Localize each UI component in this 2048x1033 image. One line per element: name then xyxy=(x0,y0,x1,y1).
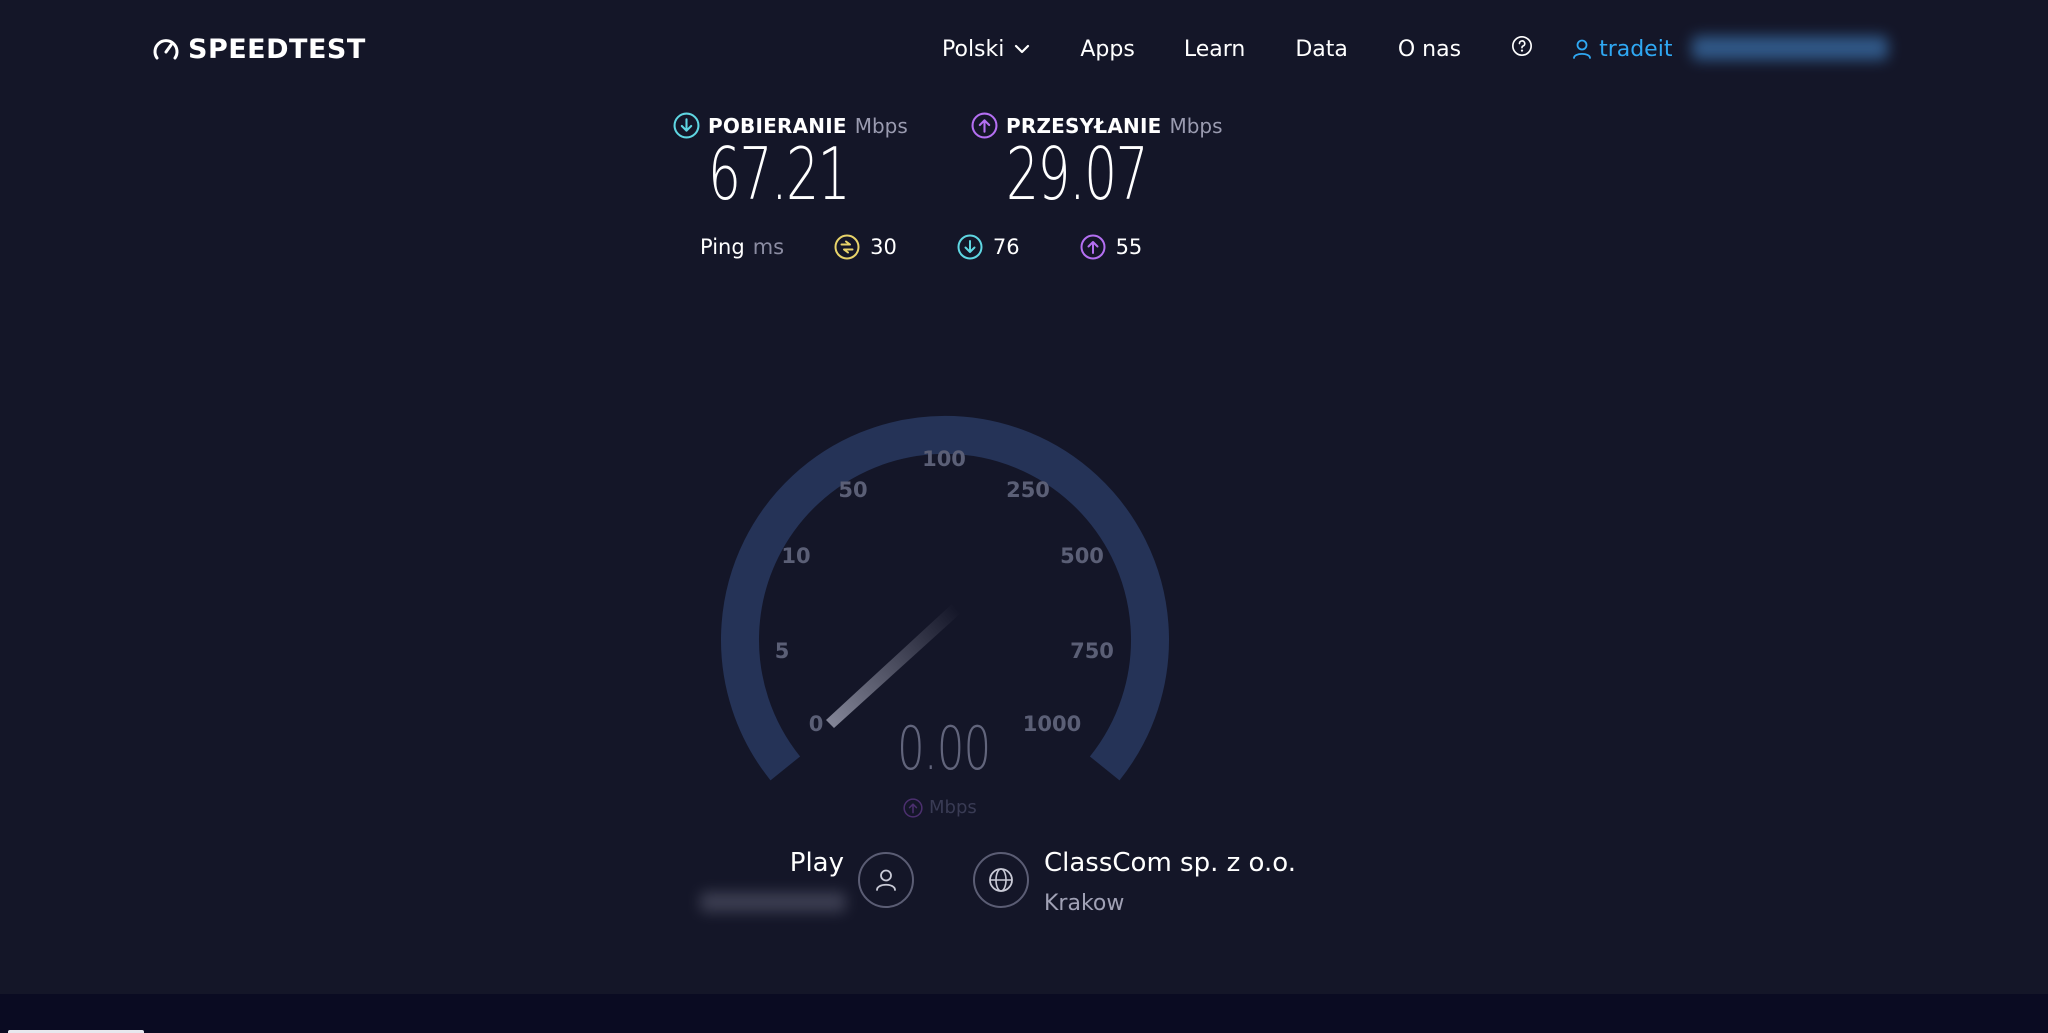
ping-upload: 55 xyxy=(1080,234,1143,260)
gauge-needle xyxy=(826,603,962,728)
language-label: Polski xyxy=(942,36,1005,62)
nav-apps[interactable]: Apps xyxy=(1080,37,1134,62)
gauge-tick-10: 10 xyxy=(781,544,810,568)
download-latency-icon xyxy=(957,234,983,260)
help-icon xyxy=(1512,36,1533,56)
upload-arrow-icon xyxy=(971,112,998,139)
upload-latency-icon xyxy=(1080,234,1106,260)
redacted-email xyxy=(1692,36,1888,60)
nav-data[interactable]: Data xyxy=(1295,37,1348,62)
speedtest-logo[interactable]: SPEEDTEST xyxy=(152,34,366,65)
server-button[interactable] xyxy=(973,852,1029,908)
ping-row: Ping ms 30 76 55 xyxy=(700,234,1142,260)
gauge-value-wrap: 0.00 xyxy=(700,714,1188,784)
ping-idle-value: 30 xyxy=(870,235,897,259)
gauge-tick-100: 100 xyxy=(922,447,966,471)
server-location: Krakow xyxy=(1044,891,1125,916)
chevron-down-icon xyxy=(1015,44,1030,54)
ping-label: Ping xyxy=(700,235,745,259)
gauge-value: 0.00 xyxy=(897,714,991,784)
user-account-link[interactable]: tradeit xyxy=(1571,37,1672,62)
redacted-ip xyxy=(700,892,846,912)
user-icon xyxy=(876,869,896,891)
gauge-tick-5: 5 xyxy=(775,639,790,663)
server-name[interactable]: ClassCom sp. z o.o. xyxy=(1044,848,1296,878)
logo-text: SPEEDTEST xyxy=(188,34,366,65)
download-arrow-icon xyxy=(673,112,700,139)
help-button[interactable] xyxy=(1511,35,1533,63)
ping-download: 76 xyxy=(957,234,1020,260)
upload-arrow-icon xyxy=(903,797,923,818)
user-icon xyxy=(1573,39,1591,59)
main-nav: Polski Apps Learn Data O nas tradeit xyxy=(942,32,1672,66)
upload-value: 29.07 xyxy=(1006,132,1149,216)
language-selector[interactable]: Polski xyxy=(942,37,1030,62)
header: SPEEDTEST Polski Apps Learn Data O nas t… xyxy=(0,0,2048,100)
gauge-tick-50: 50 xyxy=(838,478,867,502)
gauge-logo-icon xyxy=(153,38,179,59)
gauge-tick-750: 750 xyxy=(1070,639,1114,663)
upload-unit: Mbps xyxy=(1169,113,1223,138)
nav-about[interactable]: O nas xyxy=(1398,37,1461,62)
ping-unit: ms xyxy=(752,235,785,259)
gauge-tick-500: 500 xyxy=(1060,544,1104,568)
user-name: tradeit xyxy=(1599,36,1673,62)
footer-bar xyxy=(0,994,2048,1033)
isp-name: Play xyxy=(789,848,844,878)
isp-button[interactable] xyxy=(858,852,914,908)
ping-download-value: 76 xyxy=(992,235,1020,259)
idle-latency-icon xyxy=(834,234,860,260)
nav-learn[interactable]: Learn xyxy=(1184,37,1246,62)
globe-icon xyxy=(989,868,1013,892)
download-value: 67.21 xyxy=(708,132,851,216)
gauge-tick-250: 250 xyxy=(1006,478,1050,502)
gauge-unit-row: Mbps xyxy=(903,797,977,818)
download-unit: Mbps xyxy=(854,113,908,138)
ping-idle: 30 xyxy=(834,234,897,260)
ping-upload-value: 55 xyxy=(1115,235,1143,259)
gauge-unit: Mbps xyxy=(929,797,977,818)
